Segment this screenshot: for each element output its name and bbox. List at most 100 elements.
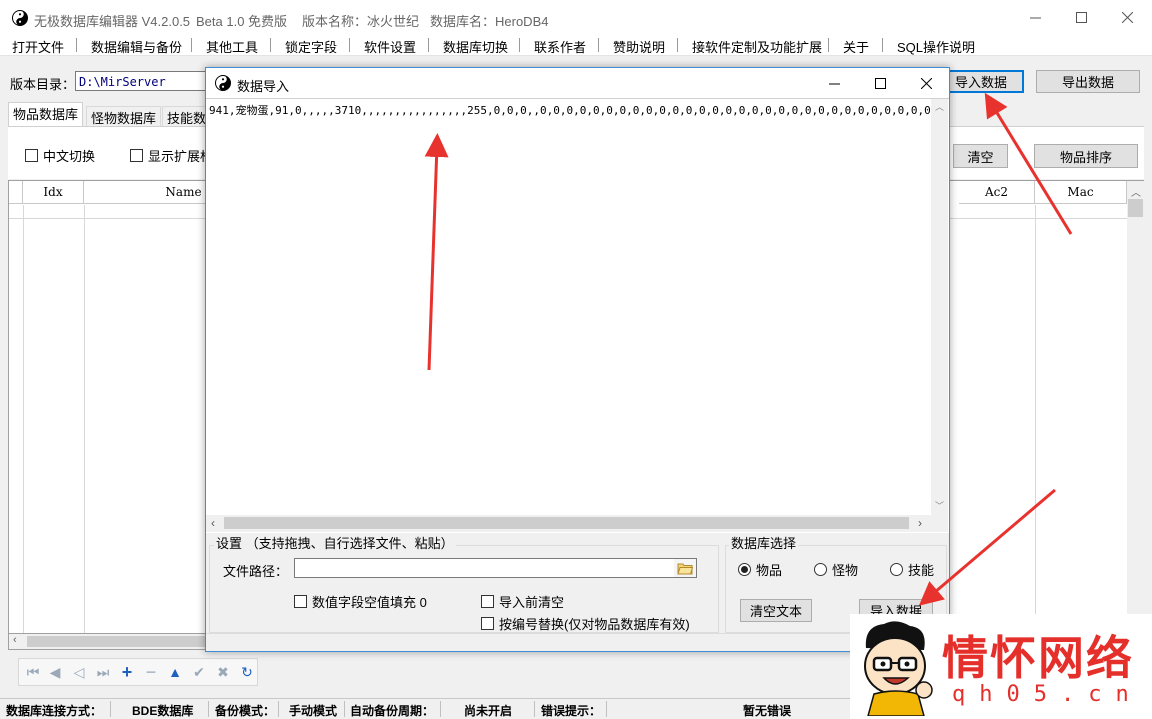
scroll-left-icon[interactable]: ‹ xyxy=(13,634,17,646)
chinese-switch-checkbox[interactable]: 中文切换 xyxy=(25,146,95,165)
folder-icon xyxy=(677,563,693,574)
insert-icon[interactable]: + xyxy=(118,662,136,682)
menu-open-file[interactable]: 打开文件 xyxy=(12,37,64,56)
refresh-icon[interactable]: ↻ xyxy=(238,663,256,681)
watermark-logo: 情怀网络 qh05.cn xyxy=(850,614,1152,719)
clear-button[interactable]: 清空 xyxy=(953,144,1008,168)
menu-separator xyxy=(270,38,271,52)
menu-separator xyxy=(519,38,520,52)
hscroll-thumb[interactable] xyxy=(27,636,207,647)
last-record-icon[interactable]: ⏭ xyxy=(94,663,112,681)
chinese-switch-label: 中文切换 xyxy=(43,149,96,164)
error-value: 暂无错误 xyxy=(743,704,792,718)
text-hscrollbar[interactable]: ‹ › xyxy=(206,515,931,532)
status-separator xyxy=(278,701,279,717)
radio-items[interactable]: 物品 xyxy=(738,560,782,579)
radio-monsters[interactable]: 怪物 xyxy=(814,560,858,579)
export-data-button[interactable]: 导出数据 xyxy=(1036,70,1140,93)
col-header-mac[interactable]: Mac xyxy=(1035,181,1127,204)
scroll-right-icon[interactable]: › xyxy=(918,516,922,530)
scroll-up-icon[interactable]: ︿ xyxy=(935,100,944,113)
close-icon xyxy=(1121,11,1133,23)
dialog-minimize-button[interactable] xyxy=(811,68,857,98)
edition-label: Beta 1.0 免费版 xyxy=(196,14,288,29)
clear-before-import-label: 导入前清空 xyxy=(499,595,565,610)
menu-other-tools[interactable]: 其他工具 xyxy=(206,37,258,56)
first-record-icon[interactable]: ⏮ xyxy=(24,663,42,681)
checkbox-box xyxy=(481,595,494,608)
close-button[interactable] xyxy=(1104,0,1150,34)
checkbox-box xyxy=(25,149,38,162)
dir-input[interactable]: D:\MirServer xyxy=(75,71,215,91)
import-data-button[interactable]: 导入数据 xyxy=(938,70,1024,93)
menu-settings[interactable]: 软件设置 xyxy=(364,37,416,56)
dialog-maximize-button[interactable] xyxy=(857,68,903,98)
tab-monsters-db[interactable]: 怪物数据库 xyxy=(86,106,162,126)
scroll-thumb[interactable] xyxy=(1128,199,1143,217)
backup-label: 备份模式： xyxy=(215,704,276,718)
minimize-button[interactable] xyxy=(1012,0,1058,34)
menu-about[interactable]: 关于 xyxy=(843,37,869,56)
menu-separator xyxy=(349,38,350,52)
backup-value: 手动模式 xyxy=(289,704,338,718)
menu-custom[interactable]: 接软件定制及功能扩展 xyxy=(692,37,822,56)
menu-separator xyxy=(428,38,429,52)
browse-button[interactable] xyxy=(674,559,696,577)
fill-empty-checkbox[interactable]: 数值字段空值填充 0 xyxy=(294,592,427,611)
post-icon[interactable]: ✔ xyxy=(190,663,208,681)
error-label: 错误提示： xyxy=(541,704,602,718)
conn-label: 数据库连接方式： xyxy=(6,704,103,718)
menu-separator xyxy=(882,38,883,52)
status-separator xyxy=(208,701,209,717)
cancel-icon[interactable]: ✖ xyxy=(214,663,232,681)
dialog-close-button[interactable] xyxy=(903,68,949,98)
dir-label: 版本目录： xyxy=(10,77,76,92)
tab-items-db[interactable]: 物品数据库 xyxy=(8,102,84,126)
checkbox-box xyxy=(130,149,143,162)
clear-text-button[interactable]: 清空文本 xyxy=(740,599,812,622)
grid-line xyxy=(1035,205,1036,635)
file-path-input[interactable] xyxy=(294,558,697,578)
menu-db-switch[interactable]: 数据库切换 xyxy=(443,37,508,56)
import-text-content: 941,宠物蛋,91,0,,,,,3710,,,,,,,,,,,,,,,,255… xyxy=(209,104,931,117)
text-vscrollbar[interactable]: ︿ ﹀ xyxy=(931,99,948,515)
grid-hscrollbar[interactable]: ‹ xyxy=(8,633,208,650)
show-ext-checkbox[interactable]: 显示扩展标 xyxy=(130,146,213,165)
checkbox-box xyxy=(294,595,307,608)
col-header-ac2[interactable]: Ac2 xyxy=(959,181,1035,204)
import-text-area[interactable]: 941,宠物蛋,91,0,,,,,3710,,,,,,,,,,,,,,,,255… xyxy=(206,98,949,533)
menu-lock-field[interactable]: 锁定字段 xyxy=(285,37,337,56)
radio-items-label: 物品 xyxy=(756,563,783,578)
menu-contact[interactable]: 联系作者 xyxy=(534,37,586,56)
maximize-button[interactable] xyxy=(1058,0,1104,34)
dialog-app-icon xyxy=(215,75,231,91)
maximize-icon xyxy=(1075,11,1087,23)
menu-sponsor[interactable]: 赞助说明 xyxy=(613,37,665,56)
edit-icon[interactable]: ▲ xyxy=(166,663,184,681)
grid-line xyxy=(23,205,24,635)
status-separator xyxy=(440,701,441,717)
delete-icon[interactable]: − xyxy=(142,662,160,682)
col-header-idx[interactable]: Idx xyxy=(23,181,84,204)
mascot-icon xyxy=(864,621,933,716)
fill-empty-label: 数值字段空值填充 0 xyxy=(312,595,427,610)
grid-vscrollbar[interactable]: ︿ xyxy=(1127,181,1144,634)
scroll-down-icon[interactable]: ﹀ xyxy=(935,499,944,512)
scroll-up-icon[interactable]: ︿ xyxy=(1131,184,1141,199)
status-separator xyxy=(110,701,111,717)
menu-edit-backup[interactable]: 数据编辑与备份 xyxy=(91,37,182,56)
sort-items-button[interactable]: 物品排序 xyxy=(1034,144,1138,168)
menu-sql-help[interactable]: SQL操作说明 xyxy=(897,37,975,56)
hscroll-thumb[interactable] xyxy=(224,517,909,529)
prior-page-icon[interactable]: ◀ xyxy=(46,663,64,681)
clear-before-import-checkbox[interactable]: 导入前清空 xyxy=(481,592,564,611)
show-ext-label: 显示扩展标 xyxy=(148,149,214,164)
app-title: 无极数据库编辑器 V4.2.0.5 xyxy=(34,14,191,29)
radio-skills[interactable]: 技能 xyxy=(890,560,934,579)
prior-record-icon[interactable]: ◁ xyxy=(70,663,88,681)
tab-skills-db[interactable]: 技能数 xyxy=(162,106,212,126)
db-name: 数据库名：HeroDB4 xyxy=(430,14,549,29)
replace-by-id-checkbox[interactable]: 按编号替换(仅对物品数据库有效) xyxy=(481,614,690,633)
auto-backup-value: 尚未开启 xyxy=(464,704,513,718)
scroll-left-icon[interactable]: ‹ xyxy=(211,516,215,530)
